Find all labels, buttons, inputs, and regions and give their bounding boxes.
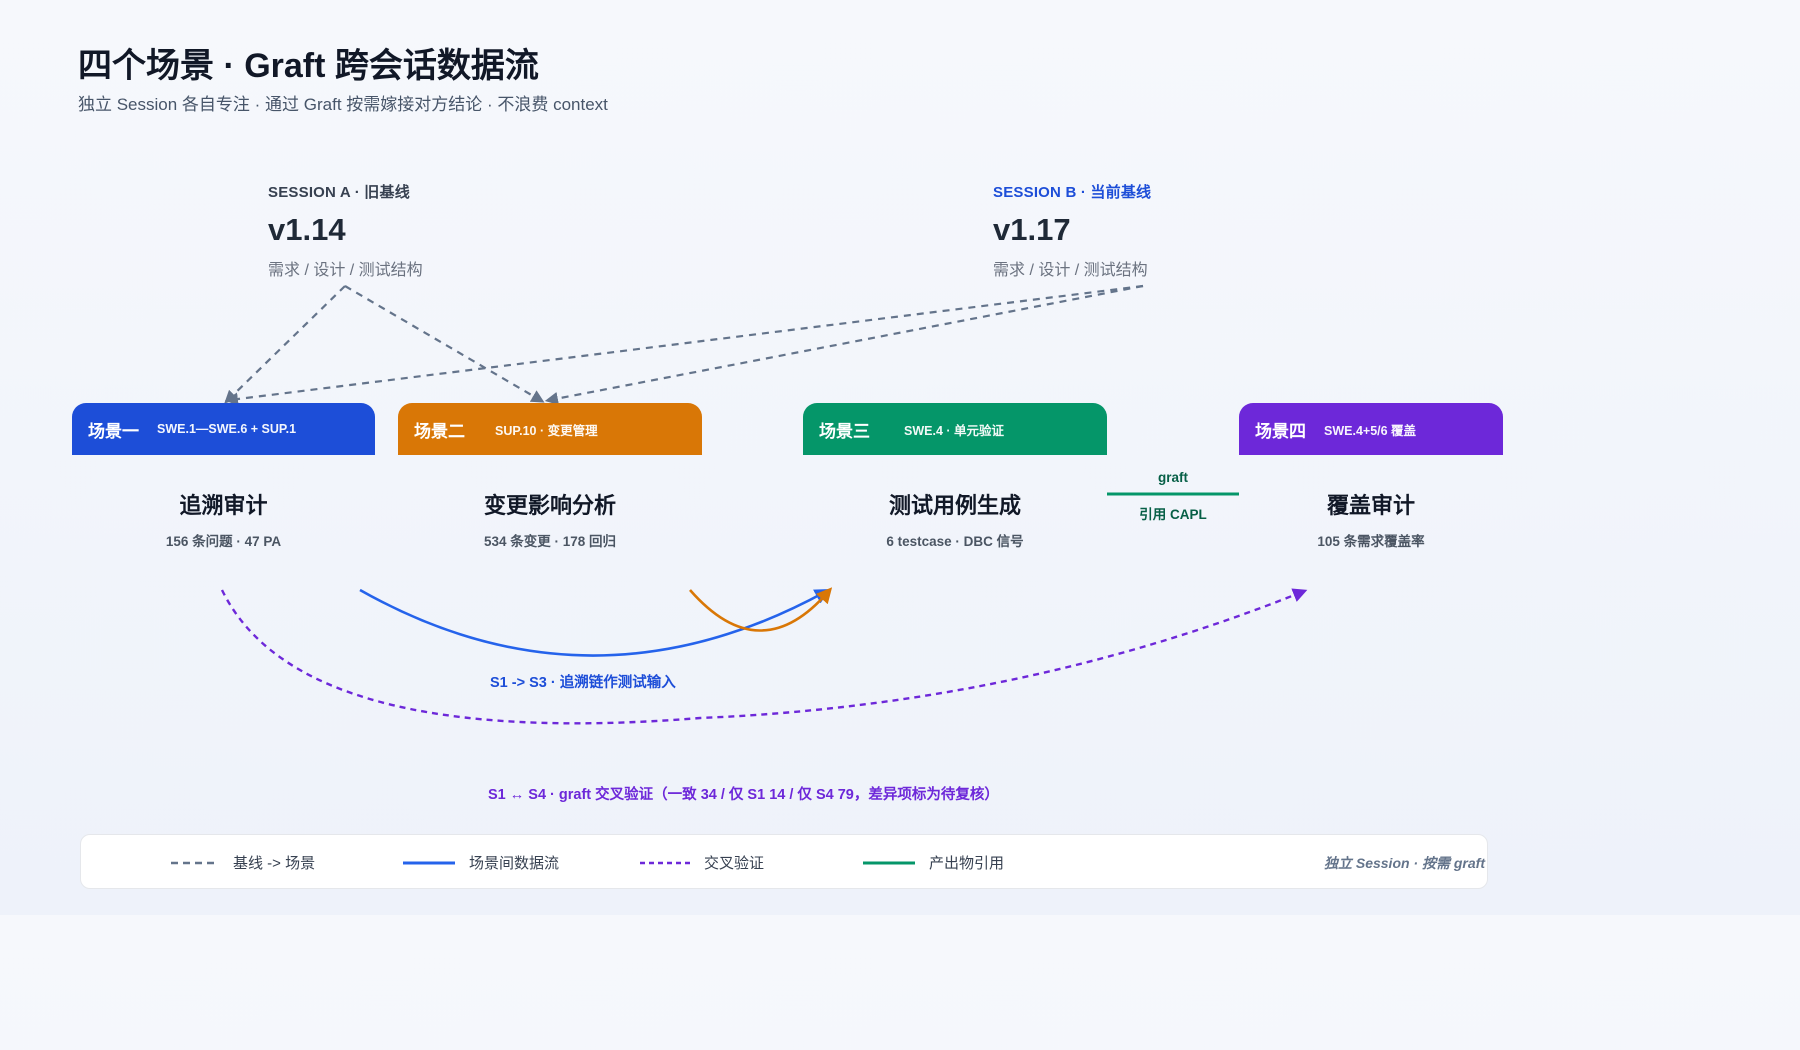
scene3-name: 测试用例生成 (888, 493, 1021, 518)
scene3-stat: 6 testcase · DBC 信号 (886, 534, 1024, 549)
flow-s1-s3-label: S1 -> S3 · 追溯链作测试输入 (490, 675, 676, 691)
baseline-a-to-scene1-line (224, 285, 346, 404)
scene3-tab[interactable]: 场景三 SWE.4 · 单元验证 (803, 403, 1107, 455)
legend-label-baseline: 基线 -> 场景 (233, 855, 316, 872)
flow-s1-to-s3-line (359, 588, 831, 657)
graft-link-sublabel: 引用 CAPL (1139, 507, 1207, 522)
flow-s1-s4-label: S1 ↔ S4 · graft 交叉验证（一致 34 / 仅 S1 14 / 仅… (488, 787, 999, 803)
scene4-name: 覆盖审计 (1326, 493, 1415, 518)
legend-item-baseline: 基线 -> 场景 (171, 835, 315, 890)
legend-item-dataflow: 场景间数据流 (403, 835, 559, 890)
scene1-tab[interactable]: 场景一 SWE.1—SWE.6 + SUP.1 (72, 403, 375, 455)
scene2-tab[interactable]: 场景二 SUP.10 · 变更管理 (398, 403, 702, 455)
legend-item-crosscheck: 交叉验证 (640, 835, 764, 890)
legend-label-dataflow: 场景间数据流 (469, 855, 560, 872)
legend-item-artifact: 产出物引用 (863, 835, 1004, 890)
scene2-tab-code: SUP.10 · 变更管理 (495, 423, 598, 438)
legend-label-crosscheck: 交叉验证 (704, 855, 765, 872)
flow-diagram-layer (220, 284, 1308, 725)
scene4-tab-title: 场景四 (1255, 421, 1306, 441)
scene1-tab-title: 场景一 (88, 421, 139, 441)
scene2-stat: 534 条变更 · 178 回归 (483, 534, 617, 549)
legend-solid-blue-line-icon (403, 861, 455, 864)
scene2-name: 变更影响分析 (483, 493, 616, 518)
flow-s2-to-s3-line (689, 587, 833, 632)
legend-dashed-gray-line-icon (171, 861, 219, 864)
baseline-b-to-scene2-line (544, 284, 1144, 405)
legend-dashed-purple-line-icon (640, 861, 690, 864)
scene3-tab-code: SWE.4 · 单元验证 (904, 423, 1005, 438)
flow-s1-to-s4-line (220, 588, 1308, 725)
legend: 基线 -> 场景 场景间数据流 交叉验证 产出物引用 独立 Session · … (80, 834, 1488, 889)
scene1-name: 追溯审计 (179, 493, 268, 518)
legend-solid-green-line-icon (863, 861, 915, 864)
graft-link-label: graft (1158, 470, 1188, 485)
baseline-b-to-scene1-line (224, 284, 1144, 406)
scene3-tab-title: 场景三 (819, 421, 870, 441)
baseline-a-to-scene2-line (344, 285, 545, 403)
scene4-stat: 105 条需求覆盖率 (1317, 534, 1425, 549)
legend-label-artifact: 产出物引用 (929, 855, 1005, 872)
scene4-tab[interactable]: 场景四 SWE.4+5/6 覆盖 (1239, 403, 1503, 455)
legend-note: 独立 Session · 按需 graft (1323, 854, 1485, 871)
scene1-tab-code: SWE.1—SWE.6 + SUP.1 (157, 422, 297, 436)
scene1-stat: 156 条问题 · 47 PA (165, 534, 282, 549)
scene4-tab-code: SWE.4+5/6 覆盖 (1324, 423, 1417, 438)
scene2-tab-title: 场景二 (414, 421, 465, 441)
